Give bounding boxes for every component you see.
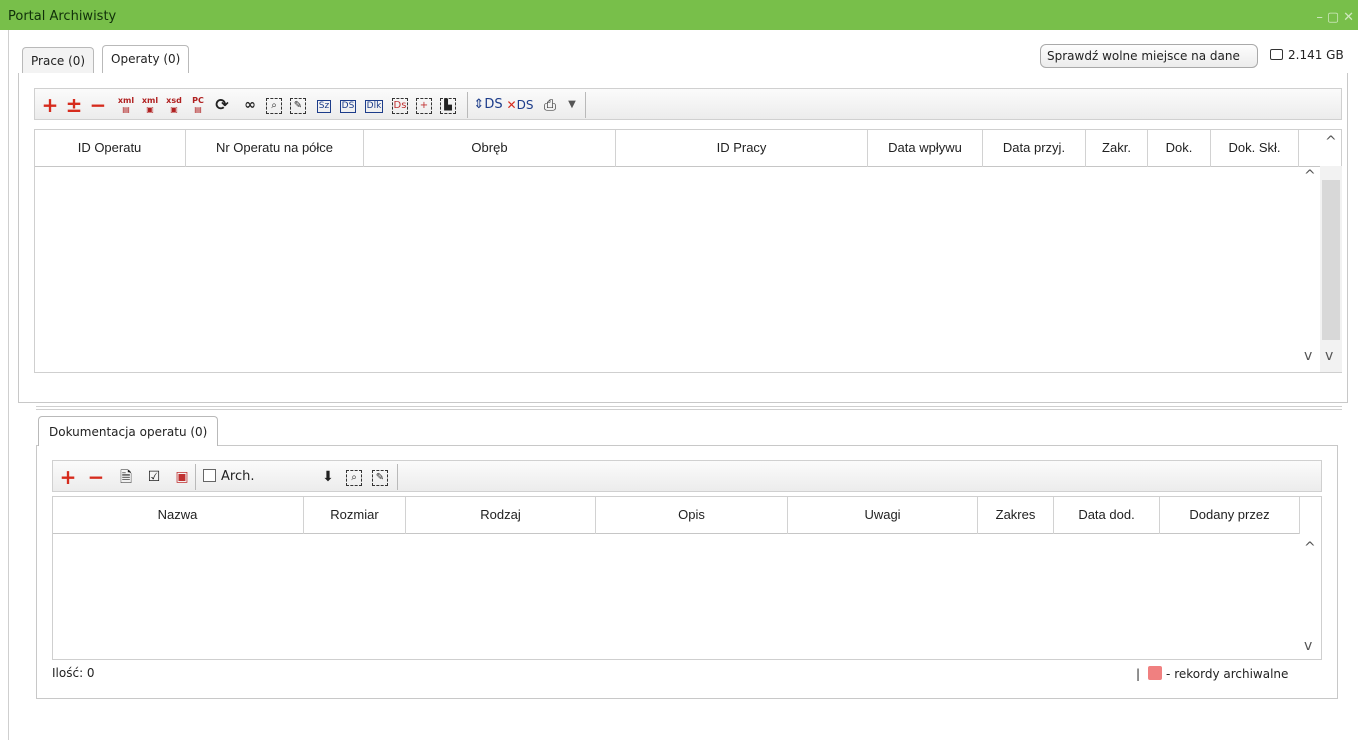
- disk-free-value: 2.141 GB: [1288, 48, 1344, 62]
- hard-disk-icon: [1270, 49, 1283, 60]
- document-icon[interactable]: 🗎: [115, 465, 137, 489]
- dlk-icon[interactable]: Dlk: [363, 93, 385, 117]
- record-count: Ilość: 0: [52, 666, 95, 680]
- find-record-icon[interactable]: ⌕: [343, 465, 365, 489]
- archive-legend: | - rekordy archiwalne: [1136, 666, 1288, 681]
- tab-dokumentacja-label: Dokumentacja operatu (0): [49, 425, 208, 439]
- remove-icon[interactable]: −: [85, 465, 107, 489]
- legend-label: - rekordy archiwalne: [1166, 667, 1289, 681]
- doc-toolbar: + − 🗎 ☑ ▣ Arch. ⬇ ⌕ ✎: [52, 460, 1322, 492]
- disk-free-indicator: 2.141 GB: [1270, 48, 1344, 62]
- remove-ds-icon[interactable]: ✕DS: [505, 93, 535, 117]
- import-xml-icon[interactable]: xml ▣: [139, 93, 161, 117]
- check-space-button[interactable]: Sprawdź wolne miejsce na dane: [1040, 44, 1258, 68]
- toolbar-separator: [467, 92, 468, 118]
- tab-operaty-label: Operaty (0): [111, 52, 181, 66]
- plus-minus-icon[interactable]: ±: [63, 93, 85, 117]
- scroll-down-icon[interactable]: v: [1325, 348, 1333, 364]
- arch-checkbox[interactable]: Arch.: [203, 465, 283, 489]
- window-titlebar: Portal Archiwisty –▢✕: [0, 0, 1358, 30]
- ds-dashed-icon[interactable]: Ds: [389, 93, 411, 117]
- print-icon[interactable]: ⎙: [539, 93, 561, 117]
- scroll-up-icon[interactable]: ^: [1304, 540, 1316, 556]
- scroll-up-icon[interactable]: ^: [1325, 134, 1337, 150]
- remove-icon[interactable]: −: [87, 93, 109, 117]
- scroll-down-icon[interactable]: v: [1304, 348, 1312, 364]
- legend-separator: |: [1136, 667, 1141, 681]
- operaty-scrollbar[interactable]: [1320, 166, 1342, 372]
- scrollbar-thumb[interactable]: [1322, 180, 1340, 340]
- tab-operaty[interactable]: Operaty (0): [102, 45, 190, 73]
- tab-prace-label: Prace (0): [31, 54, 86, 68]
- sort-ds-icon[interactable]: ⇕DS: [473, 93, 503, 117]
- find-record-icon[interactable]: ⌕: [263, 93, 285, 117]
- operaty-toolbar: + ± − xml ▤ xml ▣ xsd ▣ PC ▤ ⟳ ∞ ⌕ ✎ Sz DS D…: [34, 88, 1342, 120]
- export-xml-icon[interactable]: xml ▤: [115, 93, 137, 117]
- add-icon[interactable]: +: [39, 93, 61, 117]
- binoculars-icon[interactable]: ∞: [239, 93, 261, 117]
- window-controls[interactable]: –▢✕: [1316, 10, 1358, 25]
- tab-dokumentacja[interactable]: Dokumentacja operatu (0): [38, 416, 219, 446]
- edit-record-icon[interactable]: ✎: [287, 93, 309, 117]
- refresh-icon[interactable]: ⟳: [211, 93, 233, 117]
- scroll-down-icon[interactable]: v: [1304, 638, 1312, 654]
- toolbar-separator: [195, 464, 196, 490]
- scroll-up-icon[interactable]: ^: [1304, 168, 1316, 184]
- add-icon[interactable]: +: [57, 465, 79, 489]
- download-icon[interactable]: ⬇: [317, 465, 339, 489]
- operaty-table: [34, 129, 1342, 373]
- sz-icon[interactable]: Sz: [313, 93, 335, 117]
- edit-record-icon[interactable]: ✎: [369, 465, 391, 489]
- toolbar-separator: [397, 464, 398, 490]
- doc-table: [52, 496, 1322, 660]
- check-space-label: Sprawdź wolne miejsce na dane: [1047, 49, 1240, 63]
- window-title: Portal Archiwisty: [8, 9, 117, 24]
- archive-color-swatch: [1148, 666, 1163, 680]
- splitter[interactable]: [36, 406, 1342, 410]
- move-record-icon[interactable]: +: [413, 93, 435, 117]
- paste-record-icon[interactable]: ▙: [437, 93, 459, 117]
- tab-prace[interactable]: Prace (0): [22, 47, 95, 73]
- ds-icon[interactable]: DS: [337, 93, 359, 117]
- checklist-icon[interactable]: ☑: [143, 465, 165, 489]
- pc-export-icon[interactable]: PC ▤: [187, 93, 209, 117]
- checkbox-box[interactable]: [203, 469, 216, 482]
- archive-icon[interactable]: ▣: [171, 465, 193, 489]
- arch-label: Arch.: [221, 469, 255, 484]
- print-dropdown-icon[interactable]: ▼: [561, 93, 583, 117]
- toolbar-separator: [585, 92, 586, 118]
- xsd-icon[interactable]: xsd ▣: [163, 93, 185, 117]
